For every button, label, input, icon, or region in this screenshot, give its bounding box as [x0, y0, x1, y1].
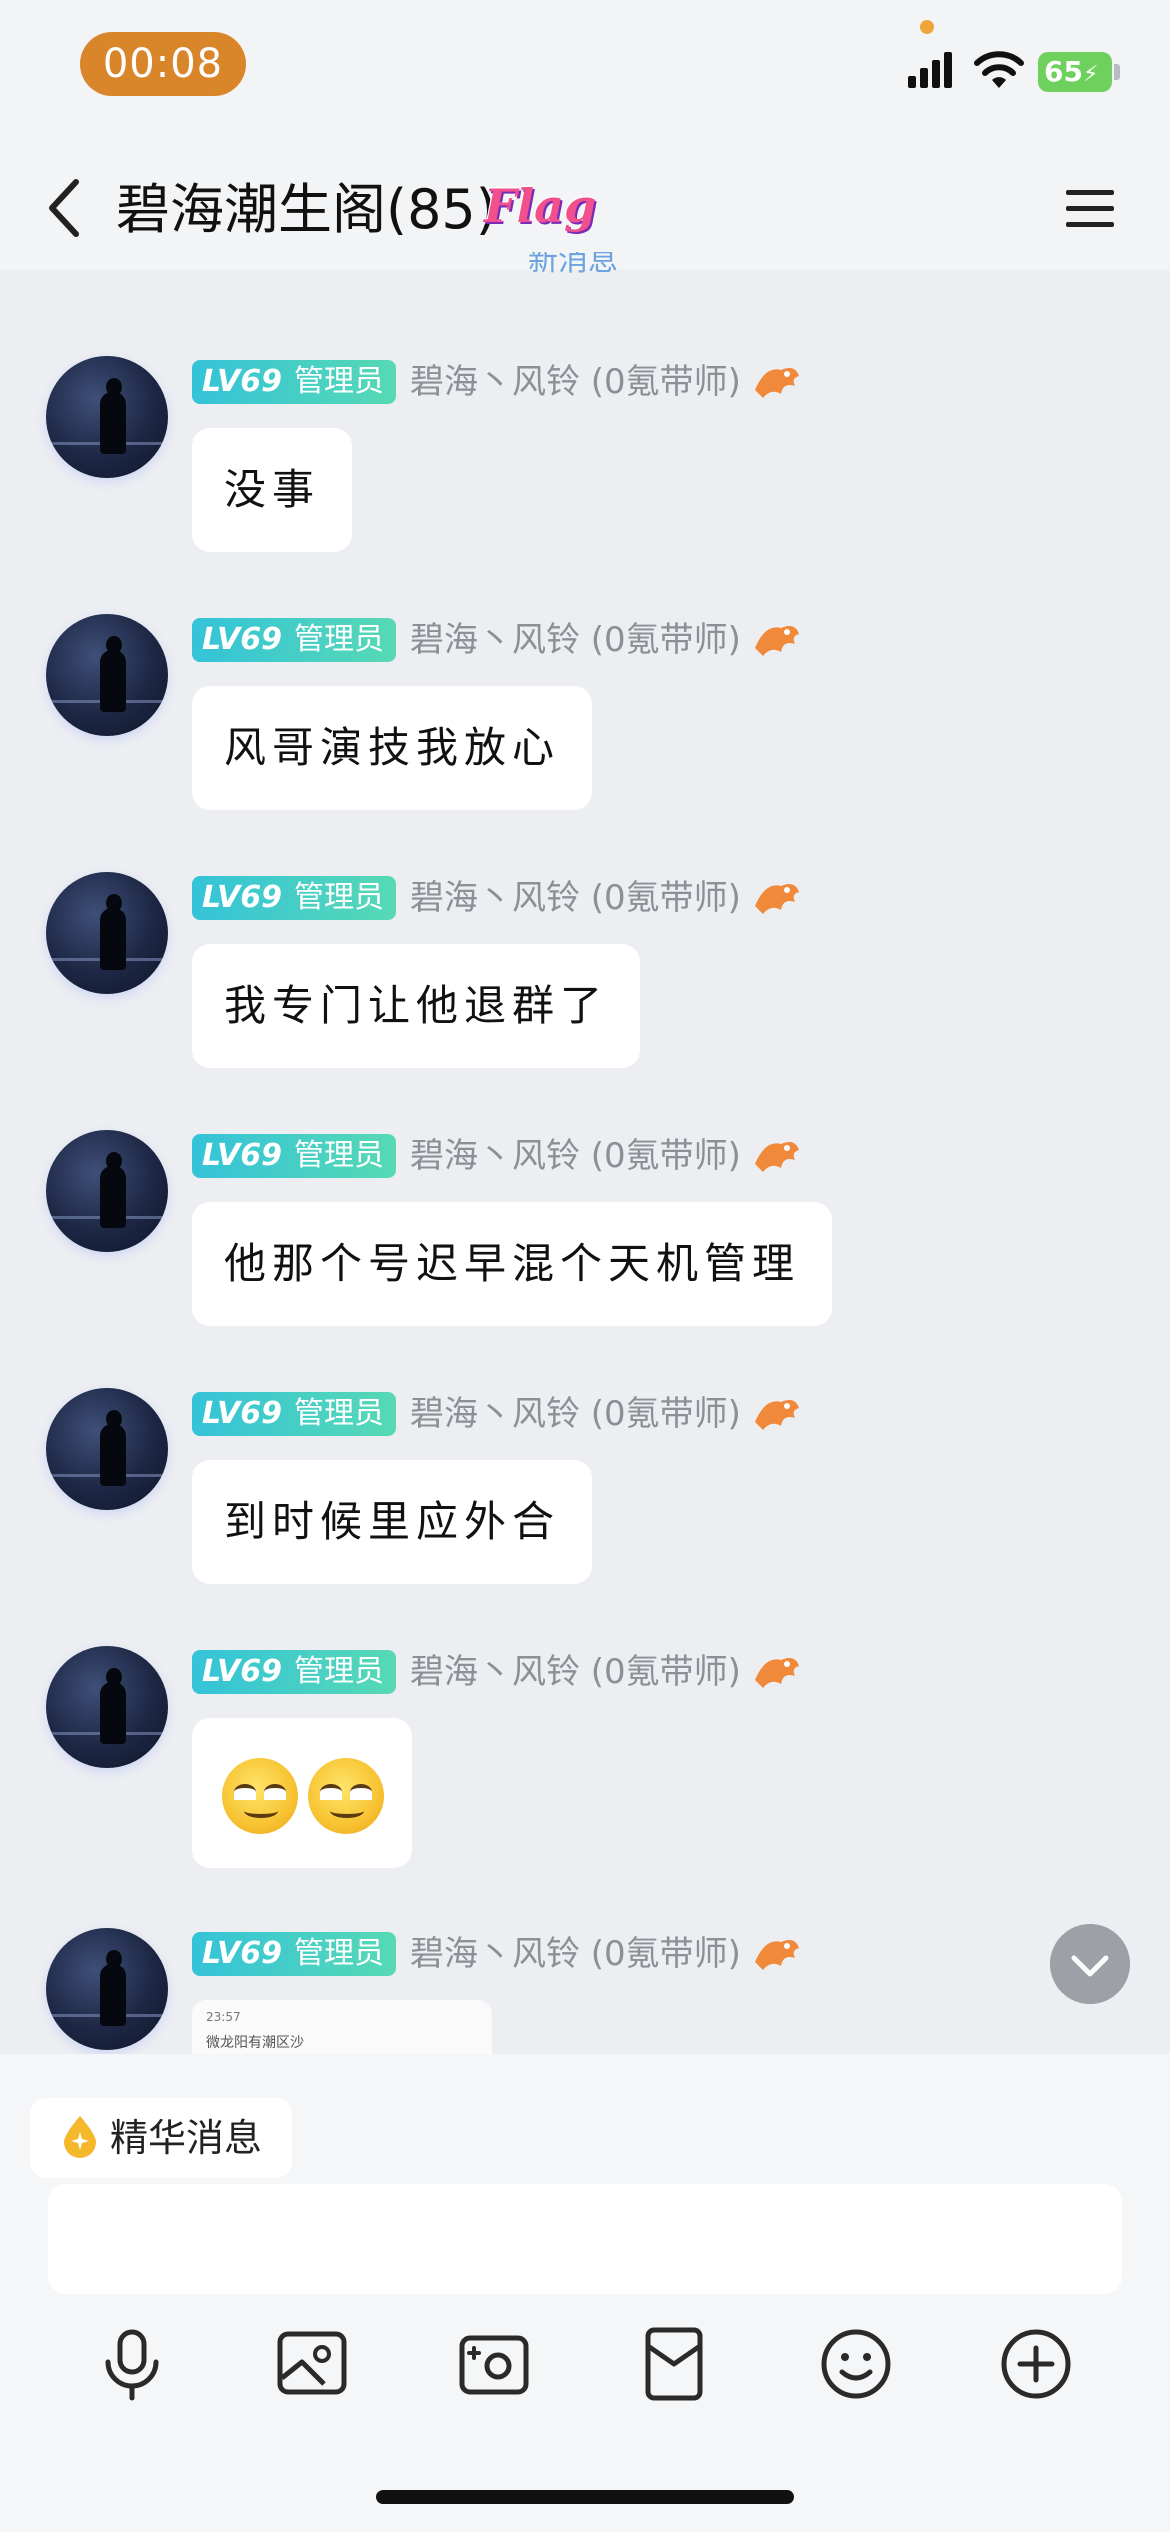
message-list[interactable]: LV69 管理员 碧海丶风铃 (0氪带师) 没事 LV69 管理员 碧海丶风铃 (0氪带…	[0, 270, 1170, 2054]
message-meta: LV69 管理员 碧海丶风铃 (0氪带师)	[192, 618, 803, 664]
role-text: 管理员	[293, 1138, 384, 1173]
sender-name[interactable]: 碧海丶风铃 (0氪带师)	[410, 360, 741, 404]
level-badge: LV69 管理员	[192, 618, 396, 662]
status-time: 00:08	[80, 32, 246, 96]
level-badge: LV69 管理员	[192, 1392, 396, 1436]
avatar-figure	[100, 908, 126, 970]
message-bubble[interactable]: 风哥演技我放心	[192, 686, 593, 810]
avatar[interactable]	[46, 1388, 168, 1510]
essence-label: 精华消息	[110, 2116, 263, 2160]
message-meta: LV69 管理员 碧海丶风铃 (0氪带师)	[192, 1650, 803, 1696]
hamburger-menu-icon[interactable]	[1062, 184, 1118, 234]
red-packet-icon[interactable]	[634, 2324, 714, 2404]
level-badge: LV69 管理员	[192, 1932, 396, 1976]
level-text: LV69	[202, 1138, 282, 1173]
dragon-icon	[754, 1142, 799, 1172]
dragon-icon	[754, 626, 799, 656]
message-meta: LV69 管理员 碧海丶风铃 (0氪带师)	[192, 1392, 803, 1438]
avatar-figure	[100, 392, 126, 454]
scroll-down-chevron-icon[interactable]	[1050, 1924, 1130, 2004]
avatar[interactable]	[46, 1646, 168, 1768]
dragon-icon	[754, 368, 799, 398]
role-text: 管理员	[293, 622, 384, 657]
dragon-icon	[754, 884, 799, 914]
battery-level: 65	[1044, 55, 1083, 88]
smirk-face-emoji	[222, 1758, 298, 1834]
level-text: LV69	[202, 880, 282, 915]
sender-name[interactable]: 碧海丶风铃 (0氪带师)	[410, 1392, 741, 1436]
level-text: LV69	[202, 1396, 282, 1431]
plus-circle-icon[interactable]	[996, 2324, 1076, 2404]
message-bubble[interactable]: 他那个号迟早混个天机管理	[192, 1202, 833, 1326]
level-text: LV69	[202, 1936, 282, 1971]
home-indicator[interactable]	[376, 2490, 794, 2504]
avatar-figure	[100, 1424, 126, 1486]
avatar-figure	[100, 1166, 126, 1228]
privacy-indicator-dot	[920, 20, 934, 34]
avatar[interactable]	[46, 614, 168, 736]
role-text: 管理员	[293, 1654, 384, 1689]
message-meta: LV69 管理员 碧海丶风铃 (0氪带师)	[192, 360, 803, 406]
level-badge: LV69 管理员	[192, 1134, 396, 1178]
level-badge: LV69 管理员	[192, 1650, 396, 1694]
avatar-figure	[100, 1682, 126, 1744]
sender-name[interactable]: 碧海丶风铃 (0氪带师)	[410, 1932, 741, 1976]
message-meta: LV69 管理员 碧海丶风铃 (0氪带师)	[192, 1134, 803, 1180]
essence-drop-icon	[64, 2116, 96, 2158]
level-text: LV69	[202, 622, 282, 657]
battery-charging-icon: 65⚡	[1038, 52, 1112, 92]
emoji-mouth	[330, 1804, 364, 1818]
level-text: LV69	[202, 364, 282, 399]
message-input[interactable]	[48, 2184, 1122, 2294]
role-text: 管理员	[293, 880, 384, 915]
image-preview-time: 23:57	[206, 2010, 241, 2024]
avatar-figure	[100, 1964, 126, 2026]
avatar[interactable]	[46, 1130, 168, 1252]
back-chevron-icon[interactable]	[36, 172, 96, 244]
avatar[interactable]	[46, 872, 168, 994]
emoji-bubble[interactable]	[192, 1718, 412, 1868]
sender-name[interactable]: 碧海丶风铃 (0氪带师)	[410, 1650, 741, 1694]
wifi-icon	[974, 51, 1024, 88]
essence-messages-button[interactable]: 精华消息	[30, 2098, 293, 2178]
status-bar: 00:08 65⚡	[0, 0, 1170, 150]
message-meta: LV69 管理员 碧海丶风铃 (0氪带师)	[192, 876, 803, 922]
sender-name[interactable]: 碧海丶风铃 (0氪带师)	[410, 618, 741, 662]
message-meta: LV69 管理员 碧海丶风铃 (0氪带师)	[192, 1932, 803, 1978]
sender-name[interactable]: 碧海丶风铃 (0氪带师)	[410, 876, 741, 920]
image-preview[interactable]: 23:57 微龙阳有潮区沙	[192, 2000, 492, 2054]
role-text: 管理员	[293, 364, 384, 399]
sender-name[interactable]: 碧海丶风铃 (0氪带师)	[410, 1134, 741, 1178]
role-text: 管理员	[293, 1936, 384, 1971]
level-badge: LV69 管理员	[192, 360, 396, 404]
microphone-icon[interactable]	[92, 2324, 172, 2404]
level-text: LV69	[202, 1654, 282, 1689]
avatar-figure	[100, 650, 126, 712]
image-icon[interactable]	[272, 2324, 352, 2404]
emoji-mouth	[244, 1804, 278, 1818]
level-badge: LV69 管理员	[192, 876, 396, 920]
signal-icon	[908, 52, 952, 88]
avatar[interactable]	[46, 1928, 168, 2050]
dragon-icon	[754, 1400, 799, 1430]
role-text: 管理员	[293, 1396, 384, 1431]
group-title[interactable]: 碧海潮生阁(85)	[116, 176, 497, 244]
image-preview-title: 微龙阳有潮区沙	[206, 2035, 304, 2051]
camera-icon[interactable]	[454, 2324, 534, 2404]
avatar[interactable]	[46, 356, 168, 478]
message-bubble[interactable]: 没事	[192, 428, 353, 552]
flag-badge: Flag	[484, 179, 597, 233]
composer-area: 精华消息	[0, 2054, 1170, 2532]
dragon-icon	[754, 1658, 799, 1688]
dragon-icon	[754, 1940, 799, 1970]
emoji-icon[interactable]	[816, 2324, 896, 2404]
smirk-face-emoji	[308, 1758, 384, 1834]
battery-cap	[1114, 64, 1120, 80]
message-bubble[interactable]: 到时候里应外合	[192, 1460, 593, 1584]
message-bubble[interactable]: 我专门让他退群了	[192, 944, 641, 1068]
